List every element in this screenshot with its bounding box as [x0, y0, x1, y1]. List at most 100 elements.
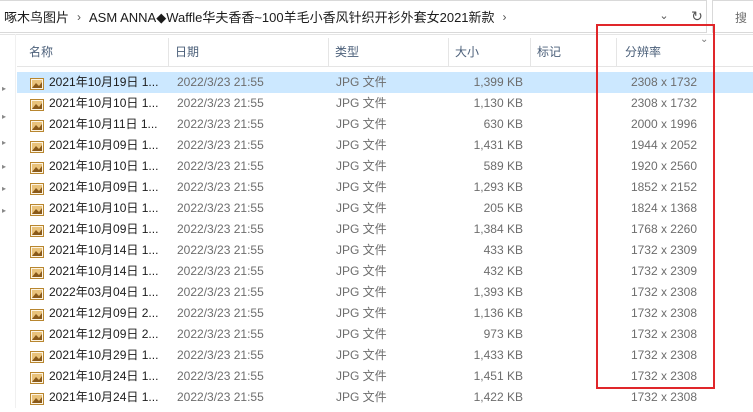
file-size: 973 KB	[483, 327, 523, 341]
file-name: 2021年10月24日 1...	[49, 369, 159, 383]
file-row[interactable]: 2021年10月29日 1... 2022/3/23 21:55 JPG 文件 1,4…	[17, 345, 753, 366]
file-resolution: 2308 x 1732	[630, 75, 697, 89]
file-row[interactable]: 2021年10月14日 1... 2022/3/23 21:55 JPG 文件 432…	[17, 261, 753, 282]
column-header-row: 名称 日期 类型 大小 标记 分辨率	[17, 38, 753, 67]
file-size: 630 KB	[483, 117, 523, 131]
file-date: 2022/3/23 21:55	[177, 285, 264, 299]
file-name: 2021年10月19日 1...	[49, 75, 159, 89]
file-size: 1,451 KB	[473, 369, 523, 383]
file-row[interactable]: 2021年10月10日 1... 2022/3/23 21:55 JPG 文件 1,1…	[17, 93, 753, 114]
file-resolution: 1732 x 2308	[630, 348, 697, 362]
file-row[interactable]: 2021年10月14日 1... 2022/3/23 21:55 JPG 文件 433…	[17, 240, 753, 261]
file-resolution: 2308 x 1732	[630, 96, 697, 110]
file-name: 2021年10月24日 1...	[49, 390, 159, 404]
address-bar[interactable]: 啄木鸟图片 › ASM ANNA◆Waffle华夫香香~100羊毛小香风针织开衫…	[0, 0, 753, 35]
column-header-tags[interactable]: 标记	[531, 38, 617, 66]
file-type: JPG 文件	[336, 75, 387, 89]
file-row[interactable]: 2021年10月11日 1... 2022/3/23 21:55 JPG 文件 630…	[17, 114, 753, 135]
file-type: JPG 文件	[336, 222, 387, 236]
file-row[interactable]: 2021年10月10日 1... 2022/3/23 21:55 JPG 文件 589…	[17, 156, 753, 177]
file-row[interactable]: 2021年10月09日 1... 2022/3/23 21:55 JPG 文件 1,2…	[17, 177, 753, 198]
breadcrumb-separator-icon[interactable]: ›	[75, 10, 83, 24]
file-date: 2022/3/23 21:55	[177, 327, 264, 341]
file-row[interactable]: 2021年12月09日 2... 2022/3/23 21:55 JPG 文件 1,1…	[17, 303, 753, 324]
file-row[interactable]: 2021年10月24日 1... 2022/3/23 21:55 JPG 文件 1,4…	[17, 387, 753, 408]
nav-expand-icon[interactable]: ▸	[2, 206, 6, 215]
file-size: 205 KB	[483, 201, 523, 215]
file-type: JPG 文件	[336, 327, 387, 341]
file-date: 2022/3/23 21:55	[177, 117, 264, 131]
file-resolution: 1768 x 2260	[630, 222, 697, 236]
file-resolution: 1824 x 1368	[630, 201, 697, 215]
nav-expand-icon[interactable]: ▸	[2, 138, 6, 147]
file-date: 2022/3/23 21:55	[177, 264, 264, 278]
file-row[interactable]: 2021年10月10日 1... 2022/3/23 21:55 JPG 文件 205…	[17, 198, 753, 219]
file-type: JPG 文件	[336, 348, 387, 362]
file-name: 2021年12月09日 2...	[49, 327, 159, 341]
file-row[interactable]: 2021年10月09日 1... 2022/3/23 21:55 JPG 文件 1,4…	[17, 135, 753, 156]
nav-expand-icon[interactable]: ▸	[2, 112, 6, 121]
nav-expand-icon[interactable]: ▸	[2, 84, 6, 93]
file-type: JPG 文件	[336, 159, 387, 173]
file-resolution: 1852 x 2152	[630, 180, 697, 194]
column-header-name[interactable]: 名称	[17, 38, 169, 66]
file-row[interactable]: 2021年10月24日 1... 2022/3/23 21:55 JPG 文件 1,4…	[17, 366, 753, 387]
file-type: JPG 文件	[336, 369, 387, 383]
file-name: 2021年10月14日 1...	[49, 243, 159, 257]
file-size: 1,399 KB	[473, 75, 523, 89]
file-name: 2021年12月09日 2...	[49, 306, 159, 320]
breadcrumb-separator-icon[interactable]: ›	[501, 10, 509, 24]
column-header-date[interactable]: 日期	[169, 38, 329, 66]
file-type: JPG 文件	[336, 201, 387, 215]
file-size: 1,384 KB	[473, 222, 523, 236]
file-row[interactable]: 2021年10月19日 1... 2022/3/23 21:55 JPG 文件 1,3…	[17, 72, 753, 93]
file-resolution: 1732 x 2308	[630, 285, 697, 299]
search-placeholder[interactable]: 搜	[735, 9, 747, 26]
file-name: 2021年10月11日 1...	[49, 117, 158, 131]
refresh-icon[interactable]: ↻	[685, 5, 709, 27]
file-type: JPG 文件	[336, 138, 387, 152]
file-name: 2021年10月10日 1...	[49, 201, 159, 215]
file-date: 2022/3/23 21:55	[177, 180, 264, 194]
file-resolution: 1732 x 2308	[630, 369, 697, 383]
file-date: 2022/3/23 21:55	[177, 390, 264, 404]
file-size: 432 KB	[483, 264, 523, 278]
file-name: 2022年03月04日 1...	[49, 285, 159, 299]
file-resolution: 1732 x 2308	[630, 390, 697, 404]
file-date: 2022/3/23 21:55	[177, 369, 264, 383]
navigation-pane[interactable]: ▸ ▸ ▸ ▸ ▸ ▸	[0, 34, 16, 408]
file-type: JPG 文件	[336, 285, 387, 299]
file-resolution: 1944 x 2052	[630, 138, 697, 152]
column-header-type[interactable]: 类型	[329, 38, 449, 66]
file-date: 2022/3/23 21:55	[177, 306, 264, 320]
file-resolution: 1732 x 2309	[630, 264, 697, 278]
file-row[interactable]: 2022年03月04日 1... 2022/3/23 21:55 JPG 文件 1,3…	[17, 282, 753, 303]
file-name: 2021年10月29日 1...	[49, 348, 159, 362]
file-date: 2022/3/23 21:55	[177, 201, 264, 215]
file-name: 2021年10月09日 1...	[49, 222, 159, 236]
file-resolution: 1920 x 2560	[630, 159, 697, 173]
file-size: 1,293 KB	[473, 180, 523, 194]
file-date: 2022/3/23 21:55	[177, 243, 264, 257]
address-history-chevron-down-icon[interactable]: ⌄	[656, 8, 672, 24]
file-row[interactable]: 2021年10月09日 1... 2022/3/23 21:55 JPG 文件 1,3…	[17, 219, 753, 240]
file-size: 1,422 KB	[473, 390, 523, 404]
file-row[interactable]: 2021年12月09日 2... 2022/3/23 21:55 JPG 文件 973…	[17, 324, 753, 345]
file-date: 2022/3/23 21:55	[177, 75, 264, 89]
file-resolution: 1732 x 2308	[630, 327, 697, 341]
file-size: 1,433 KB	[473, 348, 523, 362]
file-type: JPG 文件	[336, 306, 387, 320]
column-header-size[interactable]: 大小	[449, 38, 531, 66]
nav-expand-icon[interactable]: ▸	[2, 162, 6, 171]
breadcrumb-item[interactable]: ASM ANNA◆Waffle华夫香香~100羊毛小香风针织开衫外套女2021新…	[83, 7, 501, 26]
file-date: 2022/3/23 21:55	[177, 138, 264, 152]
file-name: 2021年10月10日 1...	[49, 159, 159, 173]
file-list[interactable]: 2021年10月19日 1... 2022/3/23 21:55 JPG 文件 1,3…	[17, 72, 753, 408]
breadcrumb-item[interactable]: 啄木鸟图片	[0, 7, 75, 26]
nav-expand-icon[interactable]: ▸	[2, 184, 6, 193]
file-date: 2022/3/23 21:55	[177, 348, 264, 362]
sort-chevron-down-icon[interactable]: ⌄	[700, 34, 708, 45]
file-type: JPG 文件	[336, 243, 387, 257]
file-type: JPG 文件	[336, 180, 387, 194]
breadcrumb[interactable]: 啄木鸟图片 › ASM ANNA◆Waffle华夫香香~100羊毛小香风针织开衫…	[0, 0, 707, 33]
